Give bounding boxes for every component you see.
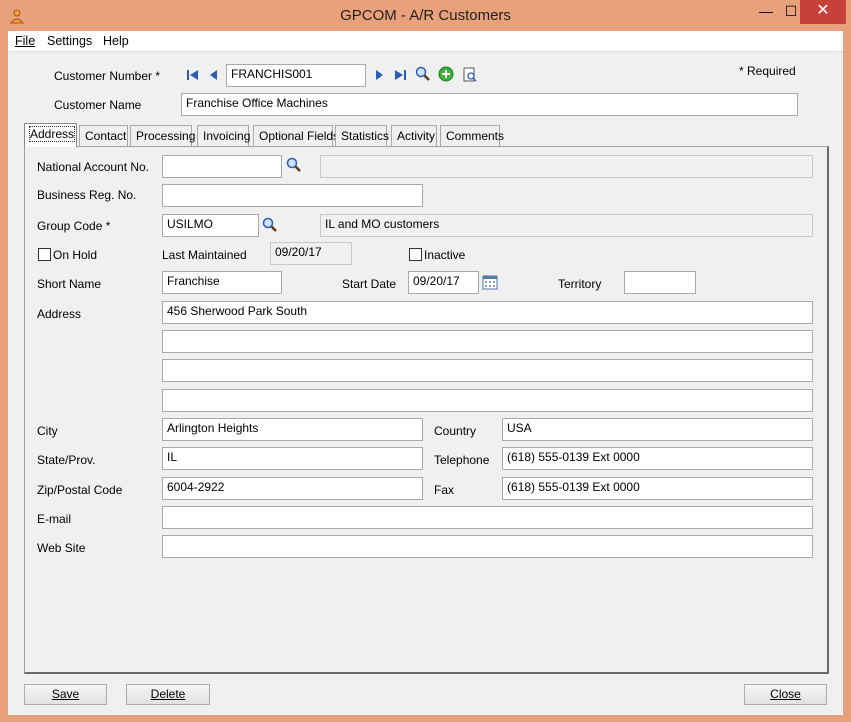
menu-bar: File Settings Help	[8, 31, 843, 52]
national-account-search-icon[interactable]	[286, 157, 302, 173]
city-label: City	[37, 424, 58, 438]
group-code-label: Group Code *	[37, 219, 111, 233]
close-button[interactable]: Close	[744, 684, 827, 705]
country-input[interactable]: USA	[502, 418, 813, 441]
close-button-label: Close	[770, 687, 801, 701]
menu-file[interactable]: File	[15, 34, 35, 48]
save-button-label: Save	[51, 687, 80, 701]
website-input[interactable]	[162, 535, 813, 558]
close-window-button[interactable]: ✕	[800, 0, 846, 24]
calendar-icon[interactable]	[482, 274, 498, 290]
client-area: File Settings Help Customer Number * FRA…	[8, 31, 843, 715]
group-code-description: IL and MO customers	[320, 214, 813, 237]
website-label: Web Site	[37, 541, 86, 555]
city-input[interactable]: Arlington Heights	[162, 418, 423, 441]
menu-file-label: File	[15, 34, 36, 48]
tab-contact[interactable]: Contact	[79, 125, 128, 146]
tab-activity[interactable]: Activity	[391, 125, 437, 146]
territory-input[interactable]	[624, 271, 696, 294]
menu-help[interactable]: Help	[103, 34, 129, 48]
fax-label: Fax	[434, 483, 455, 497]
app-window: GPCOM - A/R Customers — ☐ ✕ File Setting…	[0, 0, 851, 722]
short-name-label: Short Name	[37, 277, 102, 291]
group-code-search-icon[interactable]	[262, 217, 278, 233]
start-date-label: Start Date	[342, 277, 397, 291]
tab-statistics-label: Statistics	[341, 129, 390, 143]
inactive-checkbox[interactable]	[409, 248, 422, 261]
tab-invoicing-label: Invoicing	[203, 129, 251, 143]
tab-comments[interactable]: Comments	[440, 125, 504, 146]
tab-contact-label: Contact	[85, 129, 127, 143]
zip-label: Zip/Postal Code	[37, 483, 123, 497]
delete-button-label: Delete	[150, 687, 186, 701]
email-input[interactable]	[162, 506, 813, 529]
last-record-icon[interactable]	[392, 67, 408, 83]
national-account-input[interactable]	[162, 155, 282, 178]
last-maintained-label: Last Maintained	[162, 248, 247, 262]
tab-optional-fields[interactable]: Optional Fields	[253, 125, 339, 146]
inactive-label: Inactive	[424, 248, 466, 262]
tab-activity-label: Activity	[397, 129, 436, 143]
customer-name-input[interactable]: Franchise Office Machines	[181, 93, 798, 116]
business-reg-input[interactable]	[162, 184, 423, 207]
address-line-4-input[interactable]	[162, 389, 813, 412]
telephone-input[interactable]: (618) 555-0139 Ext 0000	[502, 447, 813, 470]
menu-settings[interactable]: Settings	[47, 34, 92, 48]
menu-help-label: Help	[103, 34, 129, 48]
country-label: Country	[434, 424, 477, 438]
search-icon[interactable]	[415, 66, 431, 82]
save-button[interactable]: Save	[24, 684, 107, 705]
address-label: Address	[37, 307, 82, 321]
territory-label: Territory	[558, 277, 602, 291]
first-record-icon[interactable]	[185, 67, 201, 83]
tab-statistics[interactable]: Statistics	[335, 125, 390, 146]
address-line-2-input[interactable]	[162, 330, 813, 353]
start-date-input[interactable]: 09/20/17	[408, 271, 479, 294]
tab-invoicing[interactable]: Invoicing	[197, 125, 251, 146]
tab-address-label: Address	[28, 126, 76, 142]
tab-address[interactable]: Address	[24, 123, 77, 147]
address-tab-panel: National Account No. Business Reg. No. G…	[24, 146, 829, 674]
view-document-icon[interactable]	[462, 67, 478, 83]
last-maintained-value: 09/20/17	[270, 242, 352, 265]
menu-settings-label: Settings	[47, 34, 93, 48]
tab-optional-fields-label: Optional Fields	[259, 129, 340, 143]
business-reg-label: Business Reg. No.	[37, 188, 137, 202]
state-input[interactable]: IL	[162, 447, 423, 470]
group-code-input[interactable]: USILMO	[162, 214, 259, 237]
previous-record-icon[interactable]	[206, 67, 222, 83]
state-label: State/Prov.	[37, 453, 96, 467]
email-label: E-mail	[37, 512, 72, 526]
customer-number-label: Customer Number *	[54, 69, 161, 83]
add-new-icon[interactable]	[438, 66, 454, 82]
national-account-label: National Account No.	[37, 160, 150, 174]
on-hold-checkbox[interactable]	[38, 248, 51, 261]
zip-input[interactable]: 6004-2922	[162, 477, 423, 500]
tab-comments-label: Comments	[446, 129, 505, 143]
on-hold-label: On Hold	[53, 248, 98, 262]
tab-processing[interactable]: Processing	[130, 125, 196, 146]
required-note: * Required	[739, 64, 796, 78]
customer-number-input[interactable]: FRANCHIS001	[226, 64, 366, 87]
address-line-1-input[interactable]: 456 Sherwood Park South	[162, 301, 813, 324]
delete-button[interactable]: Delete	[126, 684, 210, 705]
address-line-3-input[interactable]	[162, 359, 813, 382]
title-bar[interactable]: GPCOM - A/R Customers — ☐ ✕	[0, 0, 851, 31]
national-account-description	[320, 155, 813, 178]
next-record-icon[interactable]	[371, 67, 387, 83]
fax-input[interactable]: (618) 555-0139 Ext 0000	[502, 477, 813, 500]
tab-processing-label: Processing	[136, 129, 196, 143]
customer-name-label: Customer Name	[54, 98, 142, 112]
window-title: GPCOM - A/R Customers	[340, 7, 511, 24]
telephone-label: Telephone	[434, 453, 490, 467]
short-name-input[interactable]: Franchise	[162, 271, 282, 294]
